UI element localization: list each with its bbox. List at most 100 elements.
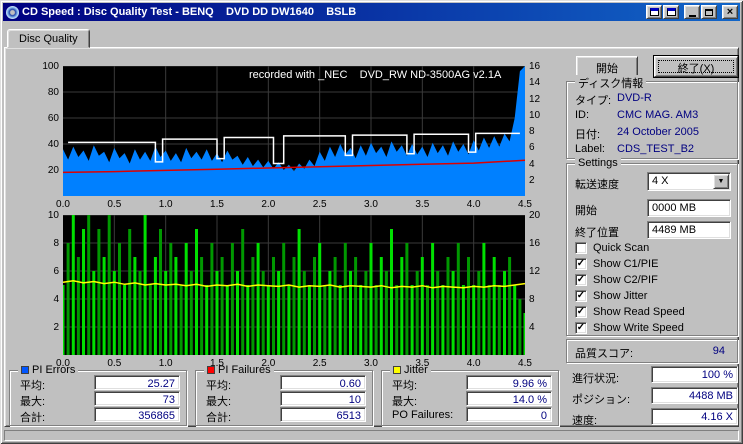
- quick-scan-checkbox[interactable]: [575, 242, 587, 254]
- axis-tick-label: 20: [529, 210, 541, 221]
- pi-failures-jitter-chart: [63, 215, 525, 355]
- maximize-button[interactable]: [701, 5, 717, 19]
- axis-tick-label: 4: [529, 158, 535, 170]
- progress-label: 進行状況:: [572, 373, 620, 385]
- axis-tick-label: 0.0: [56, 358, 70, 369]
- axis-tick-label: 1.5: [210, 358, 224, 369]
- disc-label-value: CDS_TEST_B2: [617, 143, 695, 155]
- jitter-avg-value: 9.96 %: [466, 375, 552, 390]
- pi-failures-stats-group: PI Failures 平均: 0.60 最大: 10 合計: 6513: [195, 364, 373, 426]
- axis-tick-label: 0.5: [107, 199, 122, 210]
- show-jitter-checkbox[interactable]: ✓: [575, 290, 587, 302]
- axis-tick-label: 0.0: [56, 199, 70, 210]
- position-field: 4488 MB: [651, 387, 738, 404]
- disc-date-label: 日付:: [575, 129, 601, 141]
- pi-errors-chart: [63, 66, 525, 196]
- close-button[interactable]: ×: [722, 5, 738, 19]
- chevron-down-icon[interactable]: ▼: [713, 174, 729, 189]
- cd-disc-icon: [6, 5, 19, 19]
- mini-window-button-2[interactable]: [663, 5, 679, 19]
- axis-tick-label: 1.0: [158, 199, 173, 210]
- pi-errors-legend-icon: [21, 366, 29, 374]
- axis-tick-label: 6: [53, 266, 59, 277]
- axis-tick-label: 2: [529, 174, 535, 186]
- show-read-speed-checkbox[interactable]: ✓: [575, 306, 587, 318]
- axis-tick-label: 100: [42, 61, 59, 72]
- axis-tick-label: 3.0: [364, 199, 378, 210]
- exit-button[interactable]: 終了(X): [653, 55, 739, 78]
- close-icon: ×: [726, 6, 734, 18]
- pi-errors-max-label: 最大:: [20, 396, 46, 408]
- show-write-speed-label: Show Write Speed: [593, 322, 684, 334]
- tab-strip: Disc Quality: [7, 29, 90, 48]
- axis-tick-label: 20: [47, 165, 59, 176]
- pi-errors-avg-value: 25.27: [94, 375, 180, 390]
- pi-failures-avg-label: 平均:: [206, 380, 232, 392]
- end-position-field[interactable]: 4489 MB: [647, 221, 731, 239]
- disc-info-group: ディスク情報 タイプ: DVD-R ID: CMC MAG. AM3 日付: 2…: [566, 75, 738, 159]
- disc-label-label: Label:: [575, 143, 605, 155]
- jitter-max-value: 14.0 %: [466, 391, 552, 406]
- axis-tick-label: 3.5: [415, 358, 430, 369]
- axis-tick-label: 10: [529, 109, 541, 121]
- speed-readout-label: 速度:: [572, 415, 598, 427]
- axis-tick-label: 2.5: [312, 199, 327, 210]
- axis-tick-label: 8: [53, 238, 59, 249]
- axis-tick-label: 12: [529, 266, 541, 277]
- jitter-legend-icon: [393, 366, 401, 374]
- minimize-icon: [688, 14, 696, 17]
- speed-readout-field: 4.16 X: [651, 408, 738, 425]
- jitter-max-label: 最大:: [392, 396, 418, 408]
- axis-tick-label: 14: [529, 77, 541, 89]
- tab-disc-quality[interactable]: Disc Quality: [7, 29, 90, 48]
- show-c2-pif-checkbox[interactable]: ✓: [575, 274, 587, 286]
- pi-errors-stats-group: PI Errors 平均: 25.27 最大: 73 合計: 356865: [9, 364, 187, 426]
- speed-label: 転送速度: [575, 179, 619, 191]
- axis-tick-label: 4: [529, 322, 535, 333]
- po-failures-value: 0: [466, 407, 552, 422]
- minimize-button[interactable]: [684, 5, 700, 19]
- axis-tick-label: 40: [47, 139, 59, 150]
- axis-tick-label: 8: [529, 294, 535, 305]
- start-button[interactable]: 開始: [576, 56, 638, 77]
- disc-id-label: ID:: [575, 109, 590, 121]
- axis-tick-label: 16: [529, 61, 541, 72]
- axis-tick-label: 4.5: [518, 358, 532, 369]
- quality-score-label: 品質スコア:: [575, 348, 634, 360]
- quality-score-value: 94: [712, 345, 725, 357]
- show-c1-pie-checkbox[interactable]: ✓: [575, 258, 587, 270]
- show-read-speed-label: Show Read Speed: [593, 306, 685, 318]
- start-position-label: 開始: [575, 205, 597, 217]
- pi-errors-max-value: 73: [94, 391, 180, 406]
- speed-select[interactable]: 4 X ▼: [647, 172, 731, 191]
- title-bar[interactable]: CD Speed : Disc Quality Test - BENQ DVD …: [3, 3, 740, 21]
- show-write-speed-checkbox[interactable]: ✓: [575, 322, 587, 334]
- pi-failures-total-value: 6513: [280, 407, 366, 422]
- mini-window-icon: [666, 8, 676, 16]
- disc-info-title: ディスク情報: [575, 75, 647, 91]
- axis-tick-label: 4.0: [466, 358, 481, 369]
- start-position-field[interactable]: 0000 MB: [647, 199, 731, 217]
- axis-tick-label: 3.5: [415, 199, 430, 210]
- axis-tick-label: 4: [53, 294, 59, 305]
- position-label: ポジション:: [572, 394, 631, 406]
- pi-failures-max-label: 最大:: [206, 396, 232, 408]
- axis-tick-label: 6: [529, 142, 535, 154]
- axis-tick-label: 80: [47, 87, 59, 98]
- show-c2-pif-label: Show C2/PIF: [593, 274, 658, 286]
- axis-tick-label: 2.0: [261, 199, 276, 210]
- axis-tick-label: 4.0: [466, 199, 481, 210]
- disc-quality-panel: recorded with _NEC DVD_RW ND-3500AG v2.1…: [4, 47, 739, 427]
- axis-tick-label: 1.5: [210, 199, 224, 210]
- disc-type-value: DVD-R: [617, 92, 652, 104]
- axis-tick-label: 2.0: [261, 358, 276, 369]
- mini-window-button-1[interactable]: [646, 5, 662, 19]
- recorded-with-label: recorded with _NEC DVD_RW ND-3500AG v2.1…: [249, 69, 502, 81]
- pi-failures-max-value: 10: [280, 391, 366, 406]
- settings-title: Settings: [575, 157, 621, 169]
- axis-tick-label: 10: [47, 210, 59, 221]
- window-title: CD Speed : Disc Quality Test - BENQ DVD …: [22, 6, 357, 18]
- pi-failures-total-label: 合計:: [206, 412, 232, 424]
- maximize-icon: [705, 8, 713, 16]
- quick-scan-label: Quick Scan: [593, 242, 650, 254]
